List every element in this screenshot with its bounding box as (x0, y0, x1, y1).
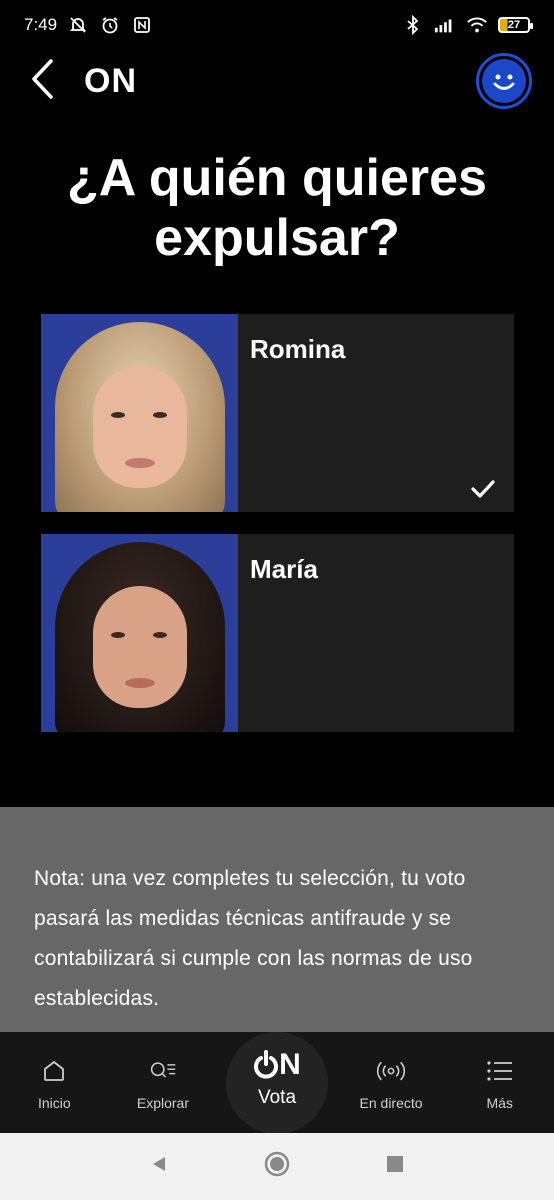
nav-label: En directo (359, 1095, 423, 1111)
page-title: ¿A quién quieres expulsar? (67, 149, 487, 267)
app-logo: ON (84, 61, 137, 100)
nav-label: Inicio (37, 1095, 71, 1111)
recents-square-icon (386, 1155, 404, 1178)
home-icon (40, 1057, 68, 1085)
profile-button[interactable] (476, 53, 532, 109)
fraud-note: Nota: una vez completes tu selección, tu… (0, 807, 554, 1032)
chevron-left-icon (29, 58, 55, 105)
wifi-icon (466, 14, 488, 36)
battery-icon: 27 (498, 17, 533, 33)
candidate-name: María (250, 554, 318, 584)
candidate-photo (41, 314, 238, 512)
nfc-icon (131, 14, 153, 36)
candidate-card-romina[interactable]: Romina (41, 314, 514, 512)
candidate-card-maria[interactable]: María (41, 534, 514, 732)
app-header: ON (0, 50, 554, 112)
system-nav-bar (0, 1133, 554, 1200)
home-circle-icon (263, 1150, 291, 1183)
nav-item-inicio[interactable]: Inicio (0, 1032, 109, 1133)
status-bar: 7:49 27 (0, 0, 554, 50)
vota-label: Vota (257, 1087, 297, 1108)
vota-button[interactable]: ONN Vota (226, 1032, 328, 1134)
signal-icon (434, 14, 456, 36)
live-broadcast-icon (377, 1057, 406, 1085)
power-on-icon: ONN (253, 1049, 301, 1081)
back-button[interactable] (22, 56, 62, 106)
check-icon (470, 478, 496, 500)
bluetooth-icon (402, 14, 424, 36)
status-time: 7:49 (24, 15, 58, 34)
muted-bell-icon (67, 14, 89, 36)
smiley-face-icon (482, 59, 526, 103)
nav-item-en-directo[interactable]: En directo (337, 1032, 446, 1133)
candidate-name: Romina (250, 334, 346, 364)
nav-item-explorar[interactable]: Explorar (109, 1032, 218, 1133)
system-home-button[interactable] (257, 1147, 297, 1187)
candidate-photo (41, 534, 238, 732)
alarm-icon (99, 14, 121, 36)
nav-label: Explorar (136, 1095, 189, 1111)
back-triangle-icon (150, 1155, 168, 1178)
nav-label: Más (486, 1095, 513, 1111)
search-list-icon (149, 1057, 177, 1085)
nav-item-mas[interactable]: Más (445, 1032, 554, 1133)
system-back-button[interactable] (139, 1147, 179, 1187)
system-recents-button[interactable] (375, 1147, 415, 1187)
menu-icon (486, 1057, 514, 1085)
